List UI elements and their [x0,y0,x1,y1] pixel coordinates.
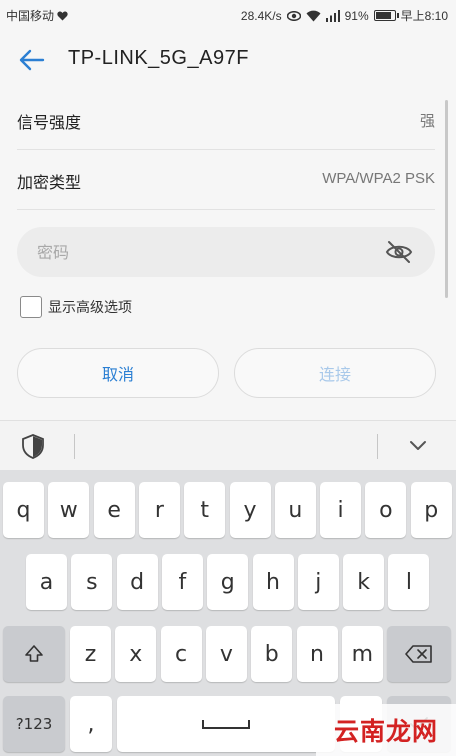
cancel-button[interactable]: 取消 [17,348,219,398]
advanced-options-label: 显示高级选项 [48,300,132,316]
backspace-icon [405,645,432,663]
signal-strength-label: 信号强度 [17,113,82,132]
hide-password-icon[interactable] [385,239,413,265]
key-n[interactable]: n [296,626,338,682]
key-v[interactable]: v [205,626,247,682]
collapse-keyboard-icon[interactable] [409,439,427,451]
space-key[interactable] [117,696,335,752]
cellular-signal-icon [325,9,340,22]
backspace-key[interactable] [387,626,451,682]
shift-key[interactable] [3,626,65,682]
comma-key[interactable]: , [70,696,112,752]
key-g[interactable]: g [207,554,249,610]
key-l[interactable]: l [388,554,430,610]
toolbar-divider-right [377,434,378,459]
battery-fill [375,12,391,19]
status-bar: 中国移动 28.4K/s 91% 早上8:10 [0,0,456,30]
key-h[interactable]: h [252,554,294,610]
key-f[interactable]: f [161,554,203,610]
key-a[interactable]: a [26,554,67,610]
shift-icon [25,645,43,662]
key-c[interactable]: c [160,626,202,682]
heart-icon [57,11,68,20]
signal-strength-row: 信号强度 强 [17,90,435,150]
encryption-type-row: 加密类型 WPA/WPA2 PSK [17,150,435,210]
key-b[interactable]: b [251,626,293,682]
toolbar-divider-left [74,434,75,459]
key-i[interactable]: i [320,482,362,538]
status-bar-right: 28.4K/s 91% 早上8:10 [241,7,448,24]
status-bar-left: 中国移动 [6,7,68,24]
network-speed: 28.4K/s [240,8,282,23]
key-s[interactable]: s [71,554,113,610]
key-y[interactable]: y [229,482,271,538]
watermark-text: 云南龙网 [333,717,438,746]
scroll-indicator[interactable] [445,100,448,298]
key-o[interactable]: o [365,482,407,538]
key-j[interactable]: j [297,554,339,610]
advanced-options-checkbox[interactable] [20,296,42,318]
encryption-type-label: 加密类型 [17,173,82,192]
key-w[interactable]: w [48,482,90,538]
security-shield-icon[interactable] [22,434,44,459]
key-r[interactable]: r [138,482,180,538]
battery-icon [373,10,399,21]
wifi-icon [306,10,321,21]
password-field[interactable] [17,227,435,277]
battery-percent: 91% [344,8,369,23]
key-x[interactable]: x [115,626,157,682]
key-q[interactable]: q [3,482,44,538]
key-e[interactable]: e [93,482,135,538]
key-p[interactable]: p [410,482,452,538]
connect-button[interactable]: 连接 [234,348,436,398]
key-z[interactable]: z [70,626,111,682]
encryption-type-value: WPA/WPA2 PSK [322,170,435,187]
eye-comfort-icon [286,10,301,21]
key-m[interactable]: m [341,626,383,682]
signal-strength-value: 强 [419,113,435,130]
key-d[interactable]: d [116,554,158,610]
back-arrow-icon[interactable] [18,47,46,73]
network-name-title: TP-LINK_5G_A97F [68,47,249,69]
password-input[interactable] [37,239,367,265]
wifi-connect-dialog: 信号强度 强 加密类型 WPA/WPA2 PSK 显示高级选项 取消 连接 [0,90,456,420]
key-t[interactable]: t [184,482,226,538]
key-k[interactable]: k [343,554,385,610]
space-icon [202,720,250,729]
key-u[interactable]: u [274,482,316,538]
app-header: TP-LINK_5G_A97F [0,30,456,90]
clock: 早上8:10 [400,9,448,23]
keyboard-toolbar [0,420,456,470]
number-symbol-key[interactable]: ?123 [3,696,65,752]
watermark-logo: 云南龙网 [316,704,456,756]
carrier-label: 中国移动 [6,9,55,23]
advanced-options-toggle[interactable]: 显示高级选项 [20,296,132,318]
